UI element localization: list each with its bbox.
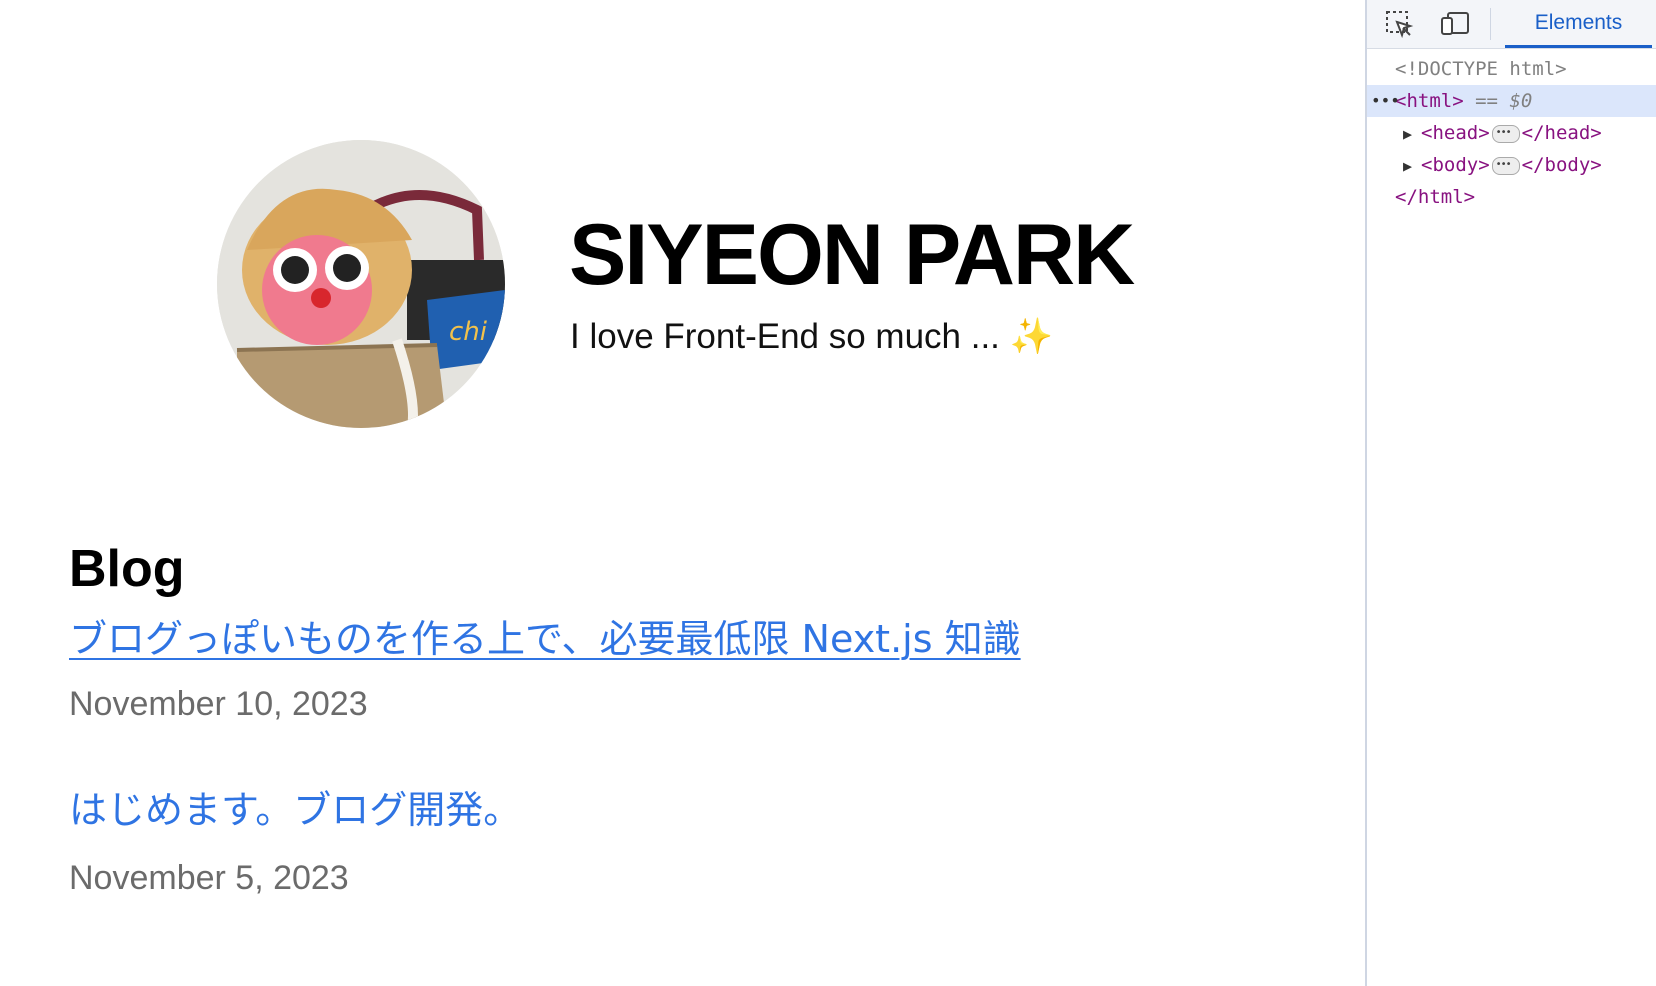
- avatar-photo: chi: [217, 140, 505, 428]
- devtools-toolbar: Elements: [1367, 0, 1656, 49]
- device-toolbar-icon[interactable]: [1437, 6, 1473, 42]
- post-date: November 5, 2023: [69, 859, 349, 897]
- profile-avatar: chi: [217, 140, 505, 428]
- devtools-panel: Elements <!DOCTYPE html> ••• <html> == $…: [1365, 0, 1656, 986]
- svg-text:chi: chi: [449, 317, 488, 347]
- dom-node-html-close[interactable]: </html>: [1367, 181, 1656, 213]
- expand-triangle-icon[interactable]: ▶: [1403, 118, 1421, 150]
- profile-name: SIYEON PARK: [569, 207, 1135, 303]
- post-link[interactable]: ブログっぽいものを作る上で、必要最低限 Next.js 知識: [69, 617, 1021, 663]
- inspect-element-icon[interactable]: [1381, 6, 1417, 42]
- post-link[interactable]: はじめます。ブログ開発。: [69, 788, 521, 834]
- expand-triangle-icon[interactable]: ▶: [1403, 150, 1421, 182]
- profile-tagline: I love Front-End so much ... ✨: [570, 317, 1054, 356]
- dom-node-head[interactable]: ▶<head></head>: [1367, 117, 1656, 149]
- post-date: November 10, 2023: [69, 685, 368, 723]
- collapsed-ellipsis-icon[interactable]: [1491, 117, 1520, 149]
- blog-heading: Blog: [69, 540, 185, 598]
- blog-page: chi SIYEON PARK I love Front-End so much…: [0, 0, 1365, 986]
- toolbar-divider: [1490, 8, 1491, 40]
- collapsed-ellipsis-icon[interactable]: [1491, 149, 1520, 181]
- more-icon: •••: [1371, 91, 1400, 110]
- dom-node-body[interactable]: ▶<body></body>: [1367, 149, 1656, 181]
- dom-node-html[interactable]: ••• <html> == $0: [1367, 85, 1656, 117]
- dom-node-doctype[interactable]: <!DOCTYPE html>: [1367, 53, 1656, 85]
- tab-elements[interactable]: Elements: [1505, 0, 1652, 48]
